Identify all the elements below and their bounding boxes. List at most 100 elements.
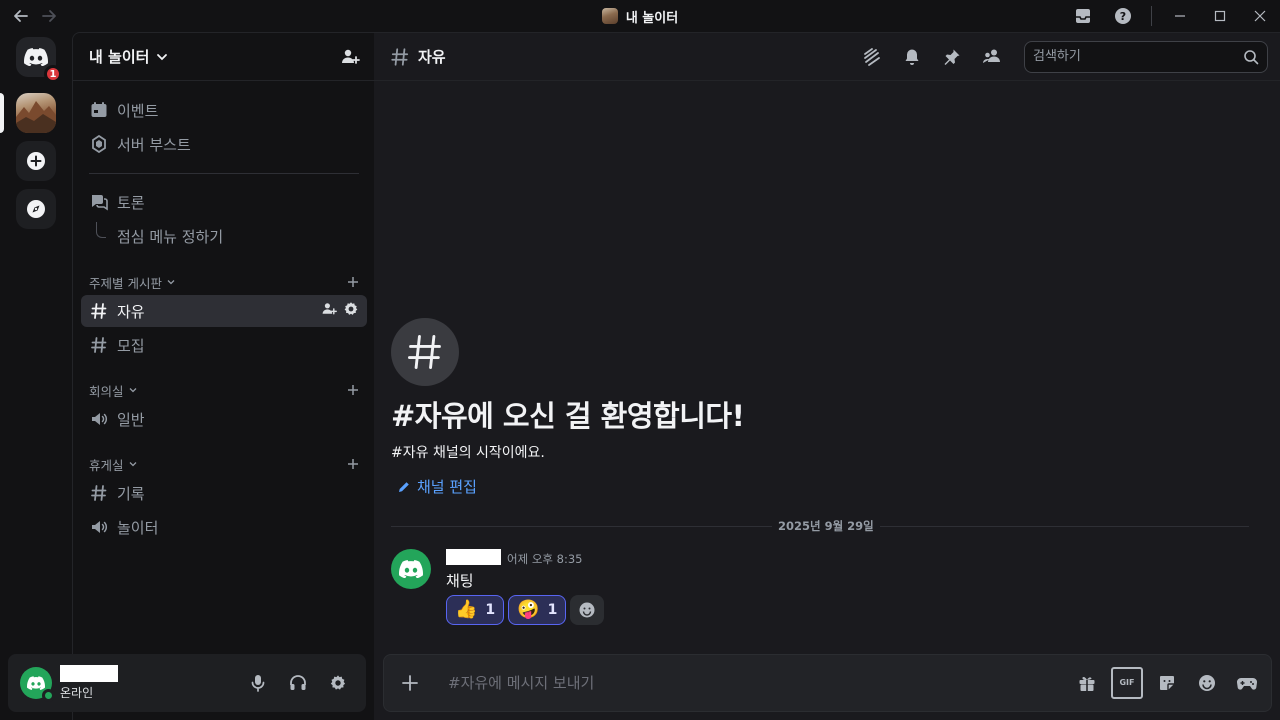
reaction-thumbs-up[interactable]: 👍 1 bbox=[446, 595, 505, 625]
back-arrow-icon[interactable] bbox=[12, 6, 30, 26]
channel-header: 자유 bbox=[374, 33, 1280, 81]
chat-area: 자유 #자유에 오신 걸 환영합니다! #자유 채널의 bbox=[374, 32, 1280, 720]
user-info[interactable]: 온라인 bbox=[60, 665, 118, 701]
member-list-icon[interactable] bbox=[980, 45, 1004, 69]
channel-title: 자유 bbox=[418, 48, 446, 66]
sidebar-item-forum[interactable]: 토론 bbox=[81, 186, 367, 218]
add-reaction-button[interactable] bbox=[570, 595, 605, 625]
category-header[interactable]: 회의실 bbox=[89, 381, 367, 399]
discord-logo-icon bbox=[399, 560, 423, 578]
create-channel-icon[interactable] bbox=[347, 276, 359, 288]
hashtag-icon bbox=[408, 335, 441, 369]
channel-name: 자유 bbox=[117, 302, 145, 321]
discord-logo-icon bbox=[27, 676, 45, 690]
inbox-icon[interactable] bbox=[1063, 0, 1103, 32]
sticker-icon[interactable] bbox=[1151, 667, 1183, 699]
discover-button[interactable] bbox=[16, 189, 56, 229]
headphones-icon[interactable] bbox=[282, 667, 314, 699]
message-text: 채팅 bbox=[446, 572, 474, 590]
channel-name: 기록 bbox=[117, 484, 145, 503]
server-thumbnail-icon bbox=[601, 8, 618, 24]
channel-name: 모집 bbox=[117, 336, 145, 355]
server-name: 내 놀이터 bbox=[89, 48, 150, 66]
boost-gem-icon bbox=[89, 134, 109, 154]
minimize-icon[interactable] bbox=[1160, 0, 1200, 32]
sidebar-item-label: 점심 메뉴 정하기 bbox=[117, 227, 224, 246]
server-rail: 1 bbox=[0, 32, 72, 720]
category-header[interactable]: 주제별 게시판 bbox=[89, 273, 367, 291]
create-channel-icon[interactable] bbox=[347, 384, 359, 396]
selected-server-indicator bbox=[0, 93, 4, 133]
sidebar-item-label: 서버 부스트 bbox=[117, 135, 191, 154]
message-input[interactable] bbox=[448, 674, 1071, 692]
edit-channel-link[interactable]: 채널 편집 bbox=[397, 476, 477, 497]
add-server-button[interactable] bbox=[16, 141, 56, 181]
gear-icon[interactable] bbox=[343, 301, 359, 321]
help-icon[interactable]: ? bbox=[1103, 0, 1143, 32]
category-header[interactable]: 휴게실 bbox=[89, 455, 367, 473]
voice-channel-playground[interactable]: 놀이터 bbox=[81, 511, 367, 543]
search-input[interactable] bbox=[1033, 49, 1243, 64]
close-icon[interactable] bbox=[1240, 0, 1280, 32]
search-field[interactable] bbox=[1024, 40, 1268, 73]
reaction-count: 1 bbox=[547, 602, 558, 618]
attach-plus-icon[interactable] bbox=[398, 671, 422, 695]
online-status-dot bbox=[42, 689, 55, 702]
message-composer: GIF bbox=[383, 654, 1272, 712]
invite-member-icon[interactable] bbox=[321, 301, 337, 321]
hashtag-icon bbox=[89, 335, 109, 355]
channel-name: 일반 bbox=[117, 410, 145, 429]
zany-face-emoji: 🤪 bbox=[517, 599, 540, 620]
pin-icon[interactable] bbox=[940, 45, 964, 69]
avatar[interactable] bbox=[20, 667, 55, 702]
message-avatar[interactable] bbox=[391, 549, 431, 589]
server-header[interactable]: 내 놀이터 bbox=[73, 33, 374, 81]
notification-badge: 1 bbox=[44, 65, 62, 83]
channel-item-log[interactable]: 기록 bbox=[81, 477, 367, 509]
search-icon bbox=[1243, 49, 1259, 65]
welcome-title: #자유에 오신 걸 환영합니다! bbox=[391, 399, 745, 433]
reaction-count: 1 bbox=[485, 602, 496, 618]
message-timestamp: 어제 오후 8:35 bbox=[507, 552, 583, 566]
hashtag-icon bbox=[89, 483, 109, 503]
channel-sidebar: 내 놀이터 이벤트 서버 부스트 토론 점심 메뉴 정하기 주제별 게시판 자유… bbox=[72, 32, 374, 720]
chevron-down-icon bbox=[128, 459, 138, 469]
user-settings-gear-icon[interactable] bbox=[322, 667, 354, 699]
channel-item-recruit[interactable]: 모집 bbox=[81, 329, 367, 361]
server-icon-my-playground[interactable] bbox=[16, 93, 56, 133]
category-name: 회의실 bbox=[89, 383, 124, 399]
threads-icon[interactable] bbox=[860, 45, 884, 69]
maximize-icon[interactable] bbox=[1200, 0, 1240, 32]
channel-item-free[interactable]: 자유 bbox=[81, 295, 367, 327]
forward-arrow-icon[interactable] bbox=[40, 6, 58, 26]
smiley-add-icon bbox=[579, 602, 595, 618]
reaction-zany-face[interactable]: 🤪 1 bbox=[508, 595, 567, 625]
compass-icon bbox=[27, 200, 45, 218]
hashtag-icon bbox=[390, 47, 410, 67]
pencil-icon bbox=[399, 481, 409, 492]
home-button[interactable]: 1 bbox=[16, 37, 62, 83]
chevron-down-icon bbox=[166, 277, 176, 287]
activities-gamepad-icon[interactable] bbox=[1231, 667, 1263, 699]
message-author-redacted[interactable] bbox=[446, 549, 501, 565]
emoji-icon[interactable] bbox=[1191, 667, 1223, 699]
voice-channel-general[interactable]: 일반 bbox=[81, 403, 367, 435]
window-title-text: 내 놀이터 bbox=[625, 10, 679, 26]
edit-channel-label: 채널 편집 bbox=[417, 478, 477, 496]
forum-icon bbox=[89, 192, 109, 212]
sidebar-item-thread[interactable]: 점심 메뉴 정하기 bbox=[81, 220, 367, 252]
mountain-photo-icon bbox=[16, 101, 56, 133]
title-bar: 내 놀이터 ? bbox=[0, 0, 1280, 32]
chevron-down-icon bbox=[128, 385, 138, 395]
gif-icon[interactable]: GIF bbox=[1111, 667, 1143, 699]
bell-icon[interactable] bbox=[900, 45, 924, 69]
create-channel-icon[interactable] bbox=[347, 458, 359, 470]
invite-people-icon[interactable] bbox=[340, 47, 360, 67]
gift-icon[interactable] bbox=[1071, 667, 1103, 699]
user-status: 온라인 bbox=[60, 686, 94, 700]
message-reactions: 👍 1 🤪 1 bbox=[446, 595, 605, 625]
category-name: 주제별 게시판 bbox=[89, 275, 162, 291]
sidebar-item-server-boost[interactable]: 서버 부스트 bbox=[81, 128, 367, 160]
microphone-icon[interactable] bbox=[242, 667, 274, 699]
sidebar-item-events[interactable]: 이벤트 bbox=[81, 94, 367, 126]
